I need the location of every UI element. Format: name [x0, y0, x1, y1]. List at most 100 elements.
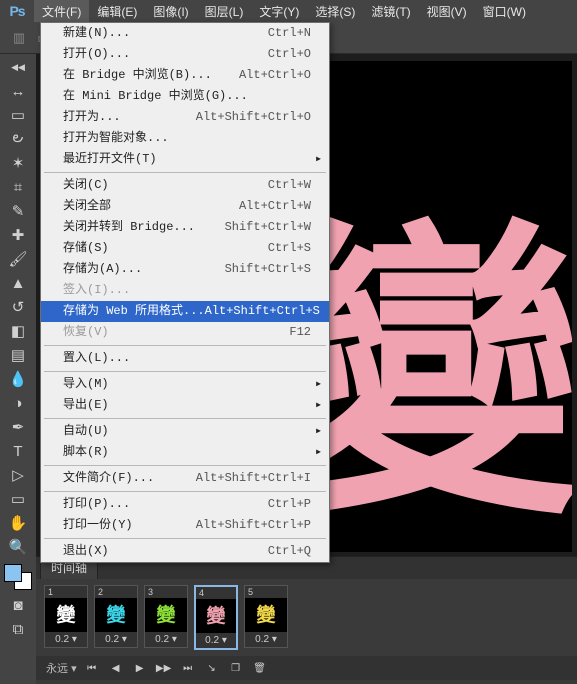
menu-item-shortcut: Alt+Shift+Ctrl+I — [196, 470, 311, 487]
tool-stamp[interactable]: ▲ — [5, 272, 31, 294]
new-frame-button[interactable]: ❐ — [227, 660, 245, 676]
menu-item[interactable]: 存储为 Web 所用格式...Alt+Shift+Ctrl+S — [41, 301, 329, 322]
frame-thumbnail: 變 — [95, 598, 137, 632]
menu-separator — [44, 465, 326, 466]
tween-button[interactable]: ↘ — [203, 660, 221, 676]
menu-item-shortcut: Ctrl+S — [268, 240, 311, 257]
timeline-controls: 永远 ▾ ⏮ ◀ ▶ ▶▶ ⏭ ↘ ❐ 🗑 — [36, 656, 577, 680]
menu-item-label: 打印(P)... — [63, 496, 268, 513]
menu-item[interactable]: 打印一份(Y)Alt+Shift+Ctrl+P — [41, 515, 329, 536]
timeline-frame[interactable]: 3變0.2 ▾ — [144, 585, 188, 648]
app-logo: Ps — [0, 0, 34, 22]
menu-item[interactable]: 关闭(C)Ctrl+W — [41, 175, 329, 196]
menu-item-label: 关闭并转到 Bridge... — [63, 219, 225, 236]
menu-item[interactable]: 关闭全部Alt+Ctrl+W — [41, 196, 329, 217]
menu-item-label: 脚本(R) — [63, 444, 308, 461]
toolbar: ◀◀ ↔▭౿✶⌗✎✚🖌▲↺◧▤💧◑✒T▷▭✋🔍 ◙ ⧉ — [0, 54, 36, 684]
tool-hand[interactable]: ✋ — [5, 512, 31, 534]
menu-image[interactable]: 图像(I) — [145, 0, 196, 22]
menu-item[interactable]: 文件简介(F)...Alt+Shift+Ctrl+I — [41, 468, 329, 489]
timeline-frame[interactable]: 4變0.2 ▾ — [194, 585, 238, 650]
menu-type[interactable]: 文字(Y) — [251, 0, 307, 22]
frame-number: 5 — [245, 586, 287, 598]
menu-item[interactable]: 新建(N)...Ctrl+N — [41, 23, 329, 44]
menu-item-label: 退出(X) — [63, 543, 268, 560]
play-button[interactable]: ▶ — [131, 660, 149, 676]
menu-item[interactable]: 退出(X)Ctrl+Q — [41, 541, 329, 562]
frame-duration[interactable]: 0.2 ▾ — [95, 632, 137, 647]
frame-thumbnail: 變 — [196, 599, 236, 633]
tool-dodge[interactable]: ◑ — [5, 392, 31, 414]
menu-item[interactable]: 最近打开文件(T) — [41, 149, 329, 170]
menu-item[interactable]: 导入(M) — [41, 374, 329, 395]
tool-move[interactable]: ↔ — [5, 80, 31, 102]
last-frame-button[interactable]: ⏭ — [179, 660, 197, 676]
menu-item[interactable]: 在 Bridge 中浏览(B)...Alt+Ctrl+O — [41, 65, 329, 86]
color-swatches[interactable] — [4, 560, 32, 592]
tool-pen[interactable]: ✒ — [5, 416, 31, 438]
frame-duration[interactable]: 0.2 ▾ — [245, 632, 287, 647]
tool-eyedropper[interactable]: ✎ — [5, 200, 31, 222]
prev-frame-button[interactable]: ◀ — [107, 660, 125, 676]
menu-separator — [44, 491, 326, 492]
tool-eraser[interactable]: ◧ — [5, 320, 31, 342]
option-doc-icon[interactable]: ▥ — [8, 27, 30, 49]
tool-healing[interactable]: ✚ — [5, 224, 31, 246]
frame-thumbnail: 變 — [45, 598, 87, 632]
menu-item[interactable]: 存储为(A)...Shift+Ctrl+S — [41, 259, 329, 280]
menu-edit[interactable]: 编辑(E) — [89, 0, 145, 22]
menu-view[interactable]: 视图(V) — [419, 0, 475, 22]
tool-magic-wand[interactable]: ✶ — [5, 152, 31, 174]
tool-crop[interactable]: ⌗ — [5, 176, 31, 198]
menu-item-label: 恢复(V) — [63, 324, 289, 341]
tool-shape[interactable]: ▭ — [5, 488, 31, 510]
timeline-frame[interactable]: 5變0.2 ▾ — [244, 585, 288, 648]
tool-type-tool[interactable]: T — [5, 440, 31, 462]
menu-item[interactable]: 在 Mini Bridge 中浏览(G)... — [41, 86, 329, 107]
tool-marquee[interactable]: ▭ — [5, 104, 31, 126]
menu-item[interactable]: 打印(P)...Ctrl+P — [41, 494, 329, 515]
menu-item: 恢复(V)F12 — [41, 322, 329, 343]
tool-zoom[interactable]: 🔍 — [5, 536, 31, 558]
next-frame-button[interactable]: ▶▶ — [155, 660, 173, 676]
frame-duration[interactable]: 0.2 ▾ — [196, 633, 236, 648]
delete-frame-button[interactable]: 🗑 — [251, 660, 269, 676]
menu-separator — [44, 345, 326, 346]
foreground-color-swatch[interactable] — [4, 564, 22, 582]
menu-window[interactable]: 窗口(W) — [475, 0, 534, 22]
menu-item[interactable]: 存储(S)Ctrl+S — [41, 238, 329, 259]
tool-gradient[interactable]: ▤ — [5, 344, 31, 366]
menu-item-label: 自动(U) — [63, 423, 308, 440]
frame-number: 4 — [196, 587, 236, 599]
frame-number: 1 — [45, 586, 87, 598]
screenmode-icon[interactable]: ⧉ — [5, 618, 31, 640]
menu-item[interactable]: 导出(E) — [41, 395, 329, 416]
file-menu-dropdown: 新建(N)...Ctrl+N打开(O)...Ctrl+O在 Bridge 中浏览… — [40, 22, 330, 563]
toolbar-collapse-icon[interactable]: ◀◀ — [5, 56, 31, 78]
tool-path-sel[interactable]: ▷ — [5, 464, 31, 486]
menu-item[interactable]: 打开(O)...Ctrl+O — [41, 44, 329, 65]
tool-brush[interactable]: 🖌 — [5, 248, 31, 270]
quickmask-icon[interactable]: ◙ — [5, 594, 31, 616]
menu-item-label: 导入(M) — [63, 376, 308, 393]
tool-history[interactable]: ↺ — [5, 296, 31, 318]
frame-duration[interactable]: 0.2 ▾ — [45, 632, 87, 647]
timeline-frame[interactable]: 2變0.2 ▾ — [94, 585, 138, 648]
menu-item[interactable]: 打开为智能对象... — [41, 128, 329, 149]
menu-layer[interactable]: 图层(L) — [197, 0, 252, 22]
menu-select[interactable]: 选择(S) — [307, 0, 363, 22]
timeline-frame[interactable]: 1變0.2 ▾ — [44, 585, 88, 648]
menu-item[interactable]: 关闭并转到 Bridge...Shift+Ctrl+W — [41, 217, 329, 238]
menu-item[interactable]: 脚本(R) — [41, 442, 329, 463]
tool-blur[interactable]: 💧 — [5, 368, 31, 390]
menu-item[interactable]: 置入(L)... — [41, 348, 329, 369]
menu-item[interactable]: 自动(U) — [41, 421, 329, 442]
menu-filter[interactable]: 滤镜(T) — [363, 0, 418, 22]
menu-file[interactable]: 文件(F) — [34, 0, 89, 22]
menu-separator — [44, 371, 326, 372]
loop-select[interactable]: 永远 ▾ — [46, 660, 77, 676]
tool-lasso[interactable]: ౿ — [5, 128, 31, 150]
menu-item[interactable]: 打开为...Alt+Shift+Ctrl+O — [41, 107, 329, 128]
first-frame-button[interactable]: ⏮ — [83, 660, 101, 676]
frame-duration[interactable]: 0.2 ▾ — [145, 632, 187, 647]
